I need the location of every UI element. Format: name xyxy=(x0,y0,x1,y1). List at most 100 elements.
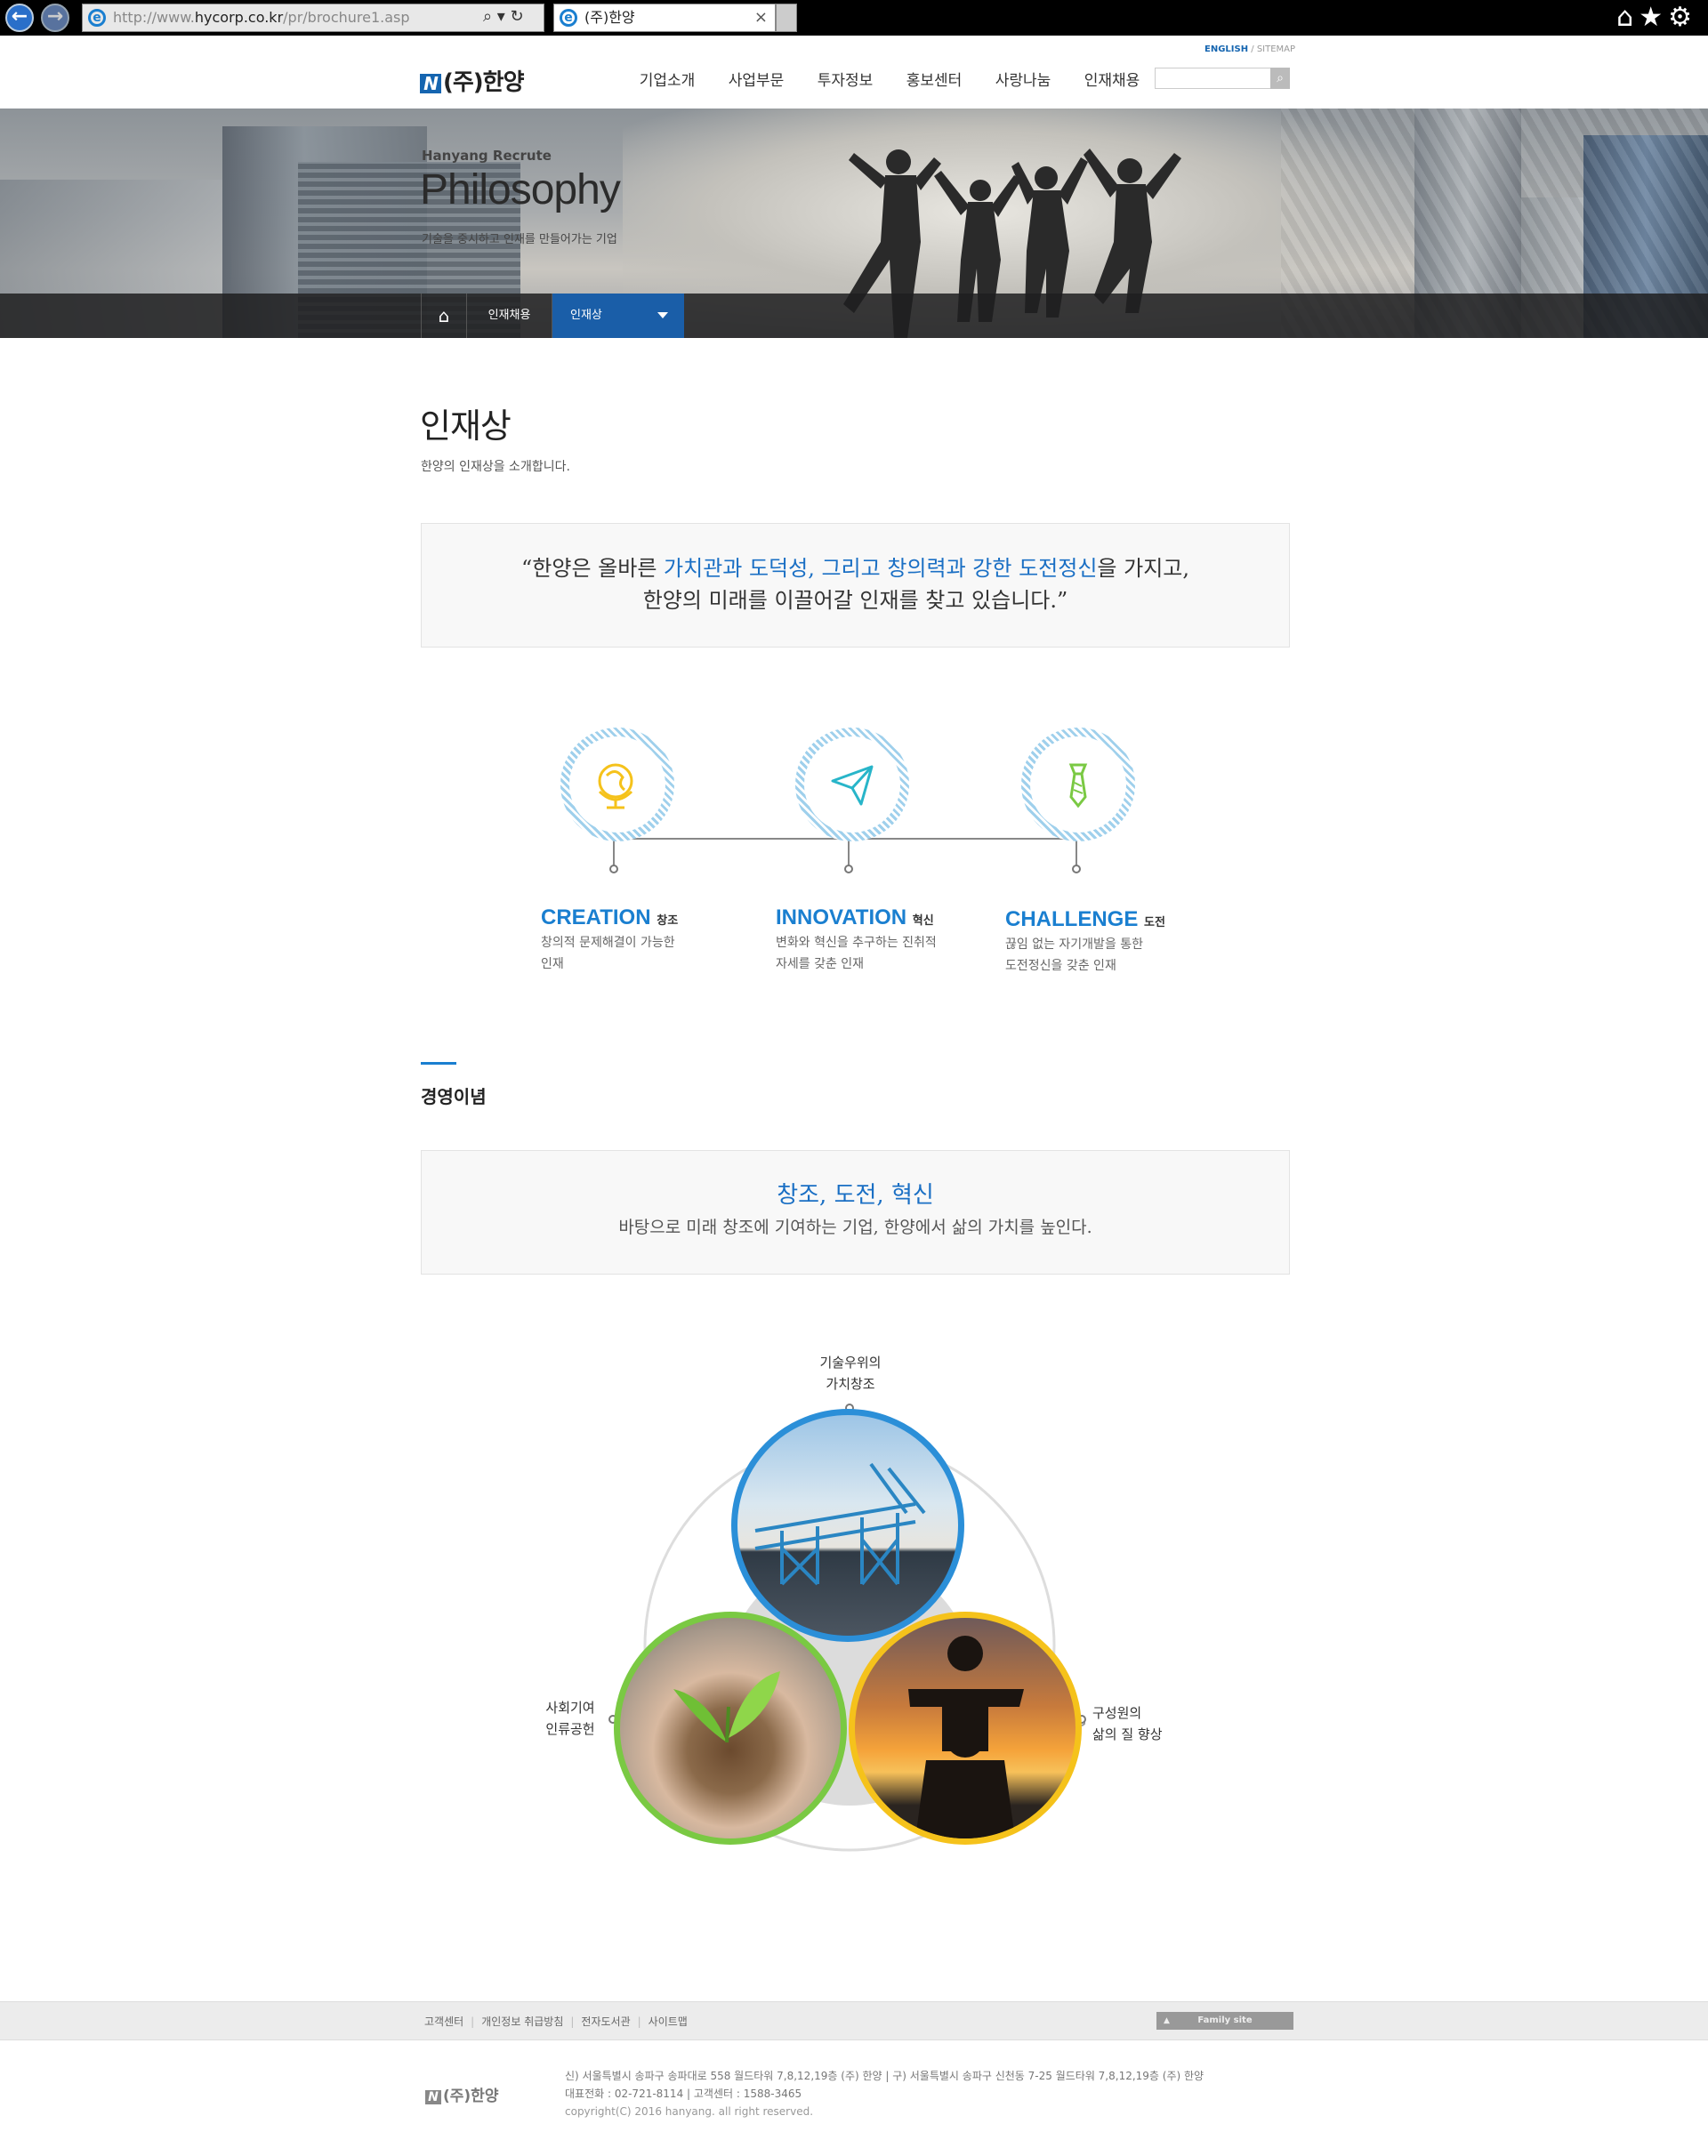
search-icon[interactable]: ⌕ xyxy=(1270,68,1290,89)
label-member-quality: 구성원의 삶의 질 향상 xyxy=(1092,1702,1190,1745)
connector-line xyxy=(613,838,615,868)
address-bar[interactable]: e http://www.hycorp.co.kr/pr/brochure1.a… xyxy=(82,4,544,32)
logo-mark: N xyxy=(420,73,441,93)
url-path: /pr/brochure1.asp xyxy=(283,9,410,26)
new-tab-button[interactable] xyxy=(776,4,797,32)
favorites-star-icon[interactable]: ★ xyxy=(1639,2,1668,33)
english-link[interactable]: ENGLISH xyxy=(1204,44,1248,54)
footer-links: 고객센터 | 개인정보 취급방침 | 전자도서관 | 사이트맵 xyxy=(424,2015,688,2028)
hero-title: Philosophy xyxy=(420,166,621,213)
sitemap-link[interactable]: SITEMAP xyxy=(1257,44,1295,54)
hero-subtitle: Hanyang Recrute xyxy=(422,148,552,164)
innovation-desc-line1: 변화와 혁신을 추구하는 진취적 xyxy=(776,936,937,950)
family-site-select[interactable]: ▲ Family site xyxy=(1156,2012,1293,2030)
family-silhouette-image xyxy=(849,1612,1082,1845)
footer-link-customer[interactable]: 고객센터 xyxy=(424,2015,463,2028)
connector-dot xyxy=(1072,865,1081,873)
browser-tab[interactable]: e (주)한양 × xyxy=(553,4,776,32)
nav-item-sharing[interactable]: 사랑나눔 xyxy=(979,68,1068,90)
seedling-hands-image xyxy=(614,1612,847,1845)
globe-icon xyxy=(598,763,633,809)
creation-title-en: CREATION xyxy=(541,905,651,929)
footer-link-sitemap[interactable]: 사이트맵 xyxy=(649,2015,688,2028)
paper-plane-icon xyxy=(831,765,874,806)
connector-dot xyxy=(609,865,618,873)
section-accent-bar xyxy=(421,1062,456,1065)
back-arrow-icon[interactable]: ← xyxy=(5,4,34,32)
crane-graphic xyxy=(754,1462,926,1586)
seedling-graphic xyxy=(673,1671,780,1743)
family-site-label: Family site xyxy=(1197,2015,1253,2025)
quote-open: “한양은 올바른 xyxy=(521,556,665,581)
innovation-title: INNOVATION 혁신 xyxy=(776,905,934,930)
home-icon[interactable]: ⌂ xyxy=(421,294,467,338)
address-controls[interactable]: ⌕ ▾ ↻ xyxy=(483,4,524,30)
breadcrumb-talent-label: 인재상 xyxy=(570,309,602,322)
nav-item-pr[interactable]: 홍보센터 xyxy=(890,68,979,90)
breadcrumb: ⌂ 인재채용 인재상 xyxy=(0,294,1708,338)
home-icon[interactable]: ⌂ xyxy=(1616,2,1639,33)
url-prefix: http://www. xyxy=(113,9,195,26)
breadcrumb-talent-dropdown[interactable]: 인재상 xyxy=(552,294,684,338)
footer-phone-line: 대표전화 : 02-721-8114 | 고객센터 : 1588-3465 xyxy=(565,2088,802,2100)
connector-line xyxy=(1076,838,1077,868)
nav-item-recruit[interactable]: 인재채용 xyxy=(1068,68,1156,90)
challenge-title: CHALLENGE 도전 xyxy=(1005,907,1165,932)
label-value-creation: 기술우위의 가치창조 xyxy=(801,1352,900,1395)
challenge-desc-line1: 끊임 없는 자기개발을 통한 xyxy=(1005,937,1144,952)
connector-dot xyxy=(844,865,853,873)
footer-address-line: 신) 서울특별시 송파구 송파대로 558 월드타워 7,8,12,19층 (주… xyxy=(565,2070,1204,2082)
page-title: 인재상 xyxy=(420,406,512,446)
nav-item-company[interactable]: 기업소개 xyxy=(623,68,712,90)
innovation-title-ko: 혁신 xyxy=(912,914,934,928)
section-title: 경영이념 xyxy=(421,1086,487,1107)
top-link-sep: / xyxy=(1248,44,1257,54)
forward-arrow-icon[interactable]: → xyxy=(41,4,69,32)
innovation-desc-line2: 자세를 갖춘 인재 xyxy=(776,957,865,971)
url-domain: hycorp.co.kr xyxy=(194,9,284,26)
logo-text: (주)한양 xyxy=(443,69,525,96)
port-crane-image xyxy=(731,1409,964,1642)
label-left-line2: 인류공헌 xyxy=(545,1721,595,1737)
nav-item-business[interactable]: 사업부문 xyxy=(712,68,801,90)
label-right-line1: 구성원의 xyxy=(1092,1705,1142,1721)
innovation-desc: 변화와 혁신을 추구하는 진취적자세를 갖춘 인재 xyxy=(776,932,963,975)
quote-mid: 을 가지고, xyxy=(1097,556,1189,581)
gear-icon[interactable]: ⚙ xyxy=(1668,2,1697,33)
footer-link-privacy[interactable]: 개인정보 취급방침 xyxy=(481,2015,563,2028)
creation-desc: 창의적 문제해결이 가능한인재 xyxy=(541,932,701,975)
site-logo[interactable]: N (주)한양 xyxy=(420,64,525,97)
page-description: 한양의 인재상을 소개합니다. xyxy=(421,460,570,474)
tie-icon xyxy=(1068,763,1088,808)
creation-title: CREATION 창조 xyxy=(541,905,678,930)
top-links: ENGLISH / SITEMAP xyxy=(1204,44,1295,54)
main-nav: 기업소개 사업부문 투자정보 홍보센터 사랑나눔 인재채용 xyxy=(623,68,1156,90)
hero-description: 기술을 중시하고 인재를 만들어가는 기업 xyxy=(422,233,617,246)
close-icon[interactable]: × xyxy=(754,4,768,31)
ie-icon: e xyxy=(560,9,577,27)
nav-item-investment[interactable]: 투자정보 xyxy=(801,68,890,90)
hero-banner: Hanyang Recrute Philosophy 기술을 중시하고 인재를 … xyxy=(0,109,1708,338)
talent-quote-box: “한양은 올바른 가치관과 도덕성, 그리고 창의력과 강한 도전정신을 가지고… xyxy=(421,523,1290,648)
creation-title-ko: 창조 xyxy=(657,914,679,928)
management-quote-box: 창조, 도전, 혁신 바탕으로 미래 창조에 기여하는 기업, 한양에서 삶의 … xyxy=(421,1150,1290,1275)
challenge-title-en: CHALLENGE xyxy=(1005,907,1139,931)
management-headline: 창조, 도전, 혁신 xyxy=(777,1182,934,1209)
quote-highlight: 가치관과 도덕성, 그리고 창의력과 강한 도전정신 xyxy=(664,556,1098,581)
tab-title: (주)한양 xyxy=(584,9,635,26)
footer-link-library[interactable]: 전자도서관 xyxy=(581,2015,630,2028)
quote-line-2: 한양의 미래를 이끌어갈 인재를 찾고 있습니다.” xyxy=(642,588,1068,613)
footer-address: 신) 서울특별시 송파구 송파대로 558 월드타워 7,8,12,19층 (주… xyxy=(565,2067,1204,2120)
challenge-title-ko: 도전 xyxy=(1144,916,1165,929)
breadcrumb-recruit[interactable]: 인재채용 xyxy=(467,294,552,338)
label-social-contribution: 사회기여인류공헌 xyxy=(530,1697,610,1740)
browser-toolbar-icons[interactable]: ⌂★⚙ xyxy=(1616,2,1697,33)
label-left-line1: 사회기여 xyxy=(545,1700,595,1716)
innovation-circle xyxy=(795,728,909,841)
chevron-up-icon: ▲ xyxy=(1164,2016,1170,2025)
ie-icon: e xyxy=(88,9,106,27)
creation-desc-line2: 인재 xyxy=(541,957,564,971)
challenge-desc-line2: 도전정신을 갖춘 인재 xyxy=(1005,959,1116,973)
creation-desc-line1: 창의적 문제해결이 가능한 xyxy=(541,936,675,950)
browser-chrome: ← → e http://www.hycorp.co.kr/pr/brochur… xyxy=(0,0,1708,36)
